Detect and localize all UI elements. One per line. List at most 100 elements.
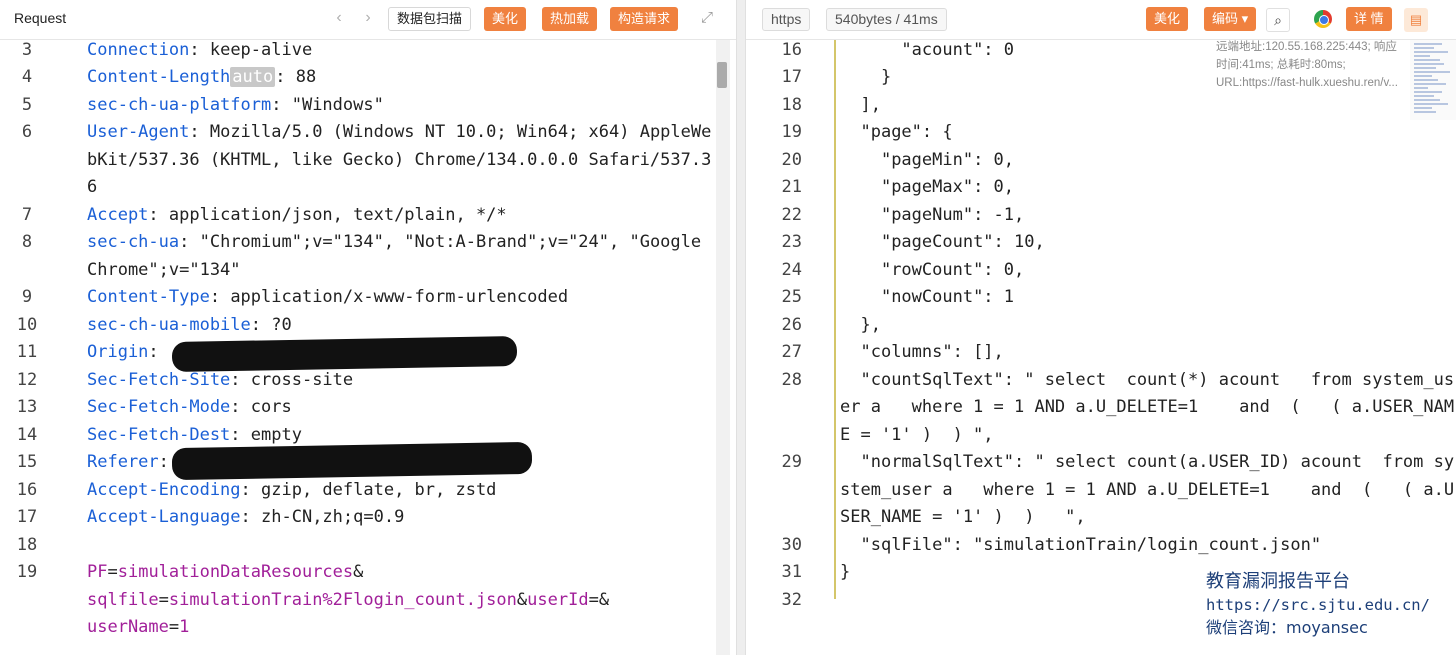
- response-line[interactable]: 19 "page": {: [746, 119, 1456, 147]
- encoding-label: 编码: [1212, 11, 1239, 26]
- line-number: 23: [781, 232, 802, 252]
- pane-divider[interactable]: [736, 0, 746, 655]
- hotload-button[interactable]: 热加载: [542, 7, 598, 31]
- header-value: 88: [295, 67, 317, 87]
- indent-guide: [834, 34, 836, 599]
- header-separator: :: [230, 397, 251, 417]
- request-line[interactable]: 11 Origin:: [0, 335, 716, 373]
- response-line[interactable]: 23 "pageCount": 10,: [746, 229, 1456, 257]
- header-line-text: Accept-Encoding: gzip, deflate, br, zstd: [54, 477, 716, 505]
- response-line[interactable]: 27 "columns": [],: [746, 339, 1456, 367]
- header-separator: :: [271, 94, 292, 115]
- header-separator: :: [240, 479, 262, 500]
- header-key: User-Agent: [87, 122, 190, 142]
- prev-arrow-icon[interactable]: ‹: [330, 8, 348, 28]
- chrome-icon[interactable]: [1314, 10, 1332, 28]
- param-key: userId: [527, 589, 589, 610]
- request-line[interactable]: 5 sec-ch-ua-platform: "Windows": [0, 92, 716, 120]
- request-line[interactable]: 18: [0, 532, 716, 560]
- minimap-line: [1414, 99, 1440, 101]
- line-number: 29: [781, 452, 802, 472]
- response-line[interactable]: 26 },: [746, 312, 1456, 340]
- line-number: 17: [781, 67, 802, 87]
- header-separator: :: [189, 39, 210, 60]
- header-key: Content-Type: [87, 287, 210, 307]
- request-line[interactable]: 13 Sec-Fetch-Mode: cors: [0, 394, 716, 422]
- line-number: 25: [781, 287, 802, 307]
- line-number: 32: [781, 589, 802, 610]
- search-icon[interactable]: ⌕: [1266, 8, 1290, 32]
- json-line-text: "columns": [],: [840, 342, 1004, 362]
- param-value: simulationDataResources: [117, 562, 354, 582]
- request-scrollbar[interactable]: [716, 40, 730, 655]
- header-value: ?0: [271, 314, 292, 335]
- request-line[interactable]: 15 Referer:: [0, 441, 716, 481]
- line-number: 5: [21, 94, 33, 115]
- comment-icon[interactable]: ▤: [1404, 8, 1428, 32]
- watermark-url: https://src.sjtu.edu.cn/: [1206, 596, 1430, 614]
- response-line[interactable]: 29 "normalSqlText": " select count(a.USE…: [746, 449, 1456, 532]
- json-line-text: },: [840, 314, 881, 335]
- header-separator: :: [230, 424, 251, 445]
- request-body-line[interactable]: 19 PF=simulationDataResources& sqlfile=sim…: [0, 559, 716, 642]
- response-line[interactable]: 21 "pageMax": 0,: [746, 174, 1456, 202]
- minimap[interactable]: [1410, 40, 1456, 120]
- details-button[interactable]: 详 情: [1346, 7, 1392, 31]
- encoding-dropdown[interactable]: 编码 ▾: [1204, 7, 1257, 31]
- header-key: sec-ch-ua: [87, 232, 180, 252]
- line-number: 8: [21, 232, 33, 252]
- request-line[interactable]: 3 Connection: keep-alive: [0, 37, 716, 65]
- request-line[interactable]: 9 Content-Type: application/x-www-form-ur…: [0, 284, 716, 312]
- request-line[interactable]: 16 Accept-Encoding: gzip, deflate, br, zs…: [0, 477, 716, 505]
- watermark: 教育漏洞报告平台 https://src.sjtu.edu.cn/ 微信咨询：m…: [1206, 570, 1456, 640]
- header-separator: :: [189, 122, 210, 142]
- minimap-line: [1414, 63, 1444, 65]
- response-line[interactable]: 18 ],: [746, 92, 1456, 120]
- request-line[interactable]: 6 User-Agent: Mozilla/5.0 (Windows NT 10.…: [0, 119, 716, 202]
- auto-badge[interactable]: auto: [230, 67, 276, 87]
- header-line-text: Accept: application/json, text/plain, */…: [54, 202, 716, 230]
- response-editor[interactable]: 15 {16 "acount": 017 }18 ],19 "page": {2…: [746, 12, 1456, 614]
- request-line[interactable]: 17 Accept-Language: zh-CN,zh;q=0.9: [0, 504, 716, 532]
- response-line[interactable]: 30 "sqlFile": "simulationTrain/login_cou…: [746, 532, 1456, 560]
- construct-request-button[interactable]: 构造请求: [610, 7, 679, 31]
- line-number: 20: [781, 149, 802, 170]
- packet-scan-button[interactable]: 数据包扫描: [388, 7, 472, 31]
- response-line[interactable]: 25 "nowCount": 1: [746, 284, 1456, 312]
- minimap-line: [1414, 95, 1434, 97]
- request-line[interactable]: 4 Content-Length auto: 88: [0, 64, 716, 92]
- json-line-text: "normalSqlText": " select count(a.USER_I…: [840, 452, 1455, 527]
- response-beautify-button[interactable]: 美化: [1146, 7, 1189, 31]
- response-line[interactable]: 28 "countSqlText": " select count(*) aco…: [746, 367, 1456, 450]
- header-value: gzip, deflate, br, zstd: [261, 479, 497, 500]
- header-value: empty: [250, 424, 302, 445]
- request-line[interactable]: 12 Sec-Fetch-Site: cross-site: [0, 367, 716, 395]
- line-number: 7: [21, 204, 33, 225]
- request-scrollbar-thumb[interactable]: [717, 62, 727, 88]
- response-line[interactable]: 22 "pageNum": -1,: [746, 202, 1456, 230]
- header-separator: :: [240, 507, 262, 527]
- request-beautify-button[interactable]: 美化: [484, 7, 527, 31]
- header-key: Accept: [87, 204, 149, 225]
- line-number: 26: [781, 314, 802, 335]
- header-separator: :: [275, 67, 296, 87]
- request-editor[interactable]: Host: fast-hulk.xueshu.ren3Connection: k…: [0, 12, 716, 642]
- line-number: 14: [16, 424, 38, 445]
- request-line[interactable]: 7 Accept: application/json, text/plain, *…: [0, 202, 716, 230]
- expand-icon[interactable]: ⤢: [698, 9, 716, 27]
- line-number: 10: [16, 314, 38, 335]
- next-arrow-icon[interactable]: ›: [359, 8, 377, 28]
- line-number: 27: [781, 342, 802, 362]
- header-line-text: sec-ch-ua: "Chromium";v="134", "Not:A-Br…: [54, 229, 716, 284]
- minimap-line: [1414, 79, 1438, 81]
- response-line[interactable]: 24 "rowCount": 0,: [746, 257, 1456, 285]
- request-line[interactable]: 10 sec-ch-ua-mobile: ?0: [0, 312, 716, 340]
- line-number: 19: [16, 562, 38, 582]
- response-line[interactable]: 20 "pageMin": 0,: [746, 147, 1456, 175]
- header-key: sec-ch-ua-platform: [87, 94, 272, 115]
- line-number: 18: [16, 534, 38, 555]
- param-equals: =: [107, 562, 118, 582]
- line-number: 3: [21, 39, 33, 60]
- param-equals: =: [588, 589, 599, 610]
- request-line[interactable]: 8 sec-ch-ua: "Chromium";v="134", "Not:A-B…: [0, 229, 716, 284]
